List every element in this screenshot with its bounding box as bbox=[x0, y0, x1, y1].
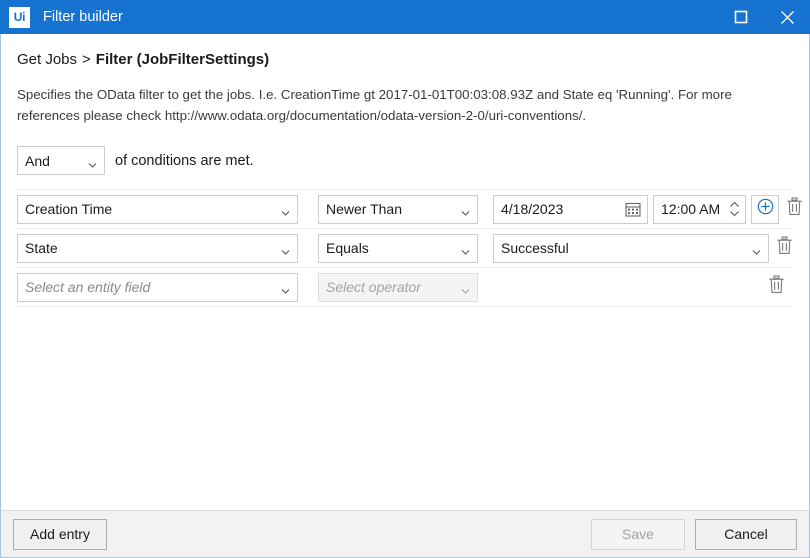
operator-select[interactable]: Newer Than bbox=[318, 194, 478, 224]
entity-field-value: Creation Time bbox=[25, 201, 113, 217]
delete-row-button[interactable] bbox=[761, 273, 791, 302]
time-value: 12:00 AM bbox=[661, 201, 721, 217]
plus-circle-icon bbox=[757, 198, 774, 220]
maximize-icon bbox=[734, 10, 748, 24]
chevron-down-icon bbox=[281, 244, 290, 255]
value-cell: Successful bbox=[493, 233, 769, 263]
value-cell: 4/18/2023 12:00 AM bbox=[493, 194, 779, 224]
uipath-logo-icon: Ui bbox=[9, 6, 30, 28]
chevron-down-icon bbox=[461, 205, 470, 216]
operator-placeholder: Select operator bbox=[326, 279, 421, 295]
date-input[interactable]: 4/18/2023 bbox=[493, 194, 648, 224]
delete-row-button[interactable] bbox=[769, 234, 799, 263]
operator-value: Newer Than bbox=[326, 201, 403, 217]
cancel-button[interactable]: Cancel bbox=[695, 518, 797, 550]
chevron-down-icon bbox=[461, 283, 470, 294]
calendar-icon[interactable] bbox=[625, 201, 641, 217]
table-row: State Equals Successful bbox=[17, 229, 793, 268]
add-condition-button[interactable] bbox=[751, 194, 779, 224]
breadcrumb: Get Jobs > Filter (JobFilterSettings) bbox=[17, 51, 793, 68]
entity-field-value: State bbox=[25, 240, 58, 256]
close-icon bbox=[780, 10, 795, 25]
breadcrumb-separator: > bbox=[82, 51, 91, 68]
table-row: Select an entity field Select operator bbox=[17, 268, 793, 307]
logic-operator-value: And bbox=[25, 152, 50, 169]
footer-bar: Add entry Save Cancel bbox=[1, 510, 809, 557]
entity-field-placeholder: Select an entity field bbox=[25, 279, 151, 295]
maximize-button[interactable] bbox=[718, 0, 764, 34]
save-button: Save bbox=[591, 518, 685, 550]
entity-field-select[interactable]: Creation Time bbox=[17, 194, 298, 224]
window-content: Get Jobs > Filter (JobFilterSettings) Spec… bbox=[0, 34, 810, 557]
chevron-down-icon bbox=[281, 205, 290, 216]
operator-value: Equals bbox=[326, 240, 369, 256]
trash-icon bbox=[768, 275, 785, 299]
chevron-down-icon bbox=[281, 283, 290, 294]
logic-label: of conditions are met. bbox=[115, 152, 254, 169]
spinner-icon[interactable] bbox=[729, 200, 740, 218]
value-select-value: Successful bbox=[501, 240, 569, 256]
breadcrumb-current: Filter (JobFilterSettings) bbox=[95, 51, 270, 68]
operator-select[interactable]: Equals bbox=[318, 233, 478, 263]
description-text: Specifies the OData filter to get the jo… bbox=[17, 87, 732, 123]
logic-row: And of conditions are met. bbox=[17, 146, 793, 175]
title-bar: Ui Filter builder bbox=[0, 0, 810, 34]
logic-operator-select[interactable]: And bbox=[17, 146, 105, 175]
window-title: Filter builder bbox=[43, 9, 123, 25]
content-inner: Get Jobs > Filter (JobFilterSettings) Spec… bbox=[1, 34, 809, 510]
time-input[interactable]: 12:00 AM bbox=[653, 194, 746, 224]
close-button[interactable] bbox=[764, 0, 810, 34]
table-row: Creation Time Newer Than 4/18/2023 12:00… bbox=[17, 189, 802, 229]
uipath-logo-text: Ui bbox=[13, 10, 26, 24]
trash-icon bbox=[776, 236, 793, 260]
value-select[interactable]: Successful bbox=[493, 233, 769, 263]
filter-builder-window: Ui Filter builder Get Jobs>Filter (Job bbox=[0, 0, 810, 558]
filter-rows: Creation Time Newer Than 4/18/2023 12:00… bbox=[17, 189, 802, 307]
add-entry-button[interactable]: Add entry bbox=[13, 518, 107, 550]
entity-field-select[interactable]: State bbox=[17, 233, 298, 263]
chevron-down-icon bbox=[752, 244, 761, 255]
chevron-down-icon bbox=[461, 244, 470, 255]
entity-field-select[interactable]: Select an entity field bbox=[17, 272, 298, 302]
chevron-down-icon bbox=[88, 156, 97, 168]
delete-row-button[interactable] bbox=[779, 195, 809, 224]
trash-icon bbox=[786, 197, 803, 221]
breadcrumb-parent[interactable]: Get Jobs bbox=[17, 51, 77, 68]
operator-select: Select operator bbox=[318, 272, 478, 302]
date-value: 4/18/2023 bbox=[501, 201, 564, 217]
